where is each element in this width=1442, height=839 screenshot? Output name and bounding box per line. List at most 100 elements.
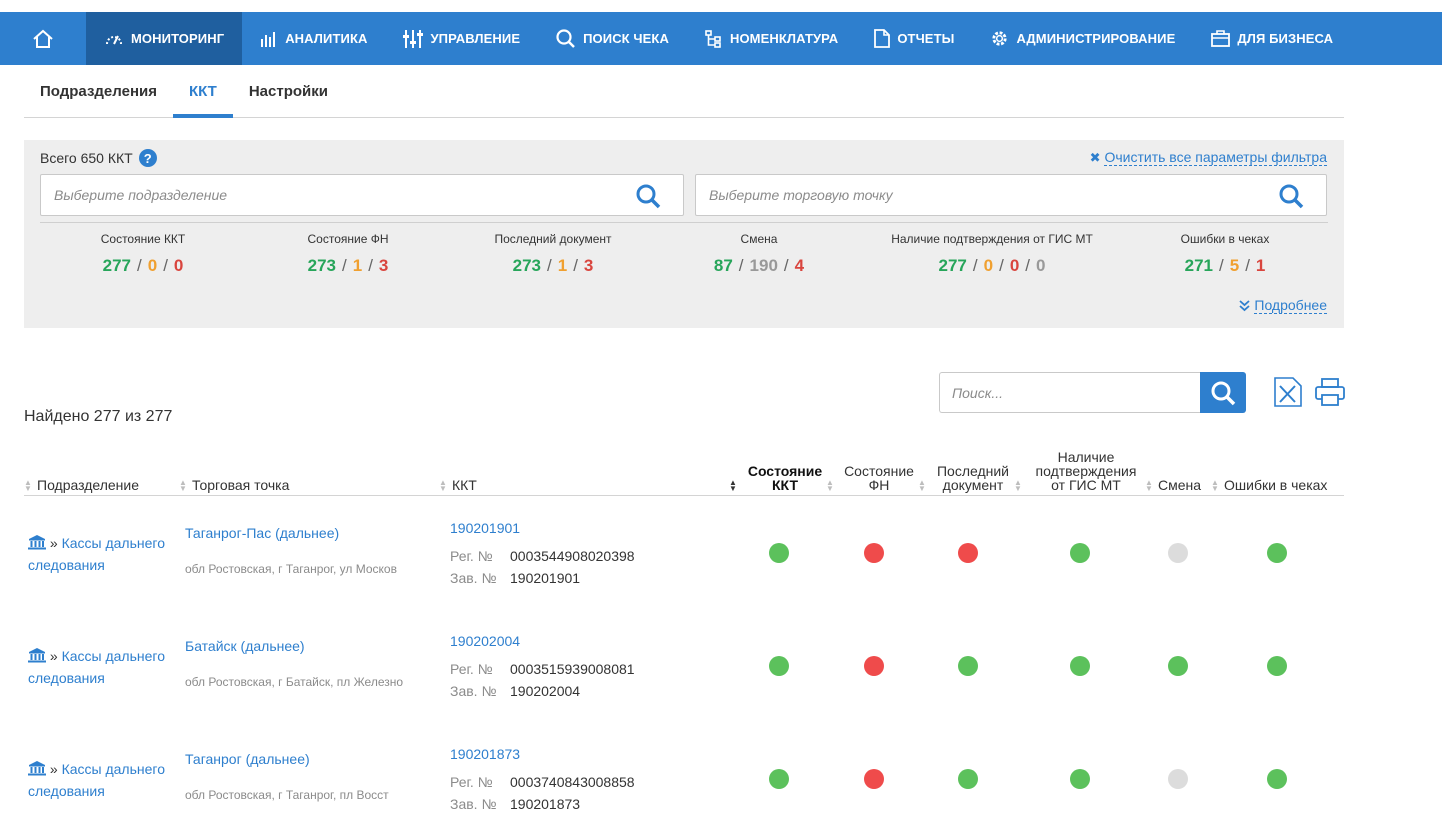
status-indicator[interactable]: [1267, 543, 1287, 563]
kkt-link[interactable]: 190201901: [450, 520, 520, 536]
status-indicator[interactable]: [1168, 656, 1188, 676]
clear-filters-link[interactable]: ✖ Очистить все параметры фильтра: [1090, 149, 1327, 166]
stat-warn-count[interactable]: 5: [1230, 256, 1239, 275]
status-indicator[interactable]: [864, 656, 884, 676]
division-cell[interactable]: » Кассы дальнего следования: [28, 758, 178, 802]
tab-divisions[interactable]: Подразделения: [24, 65, 173, 117]
help-icon[interactable]: ?: [138, 149, 157, 167]
status-indicator[interactable]: [769, 656, 789, 676]
stat-ok-count[interactable]: 271: [1185, 256, 1213, 275]
stat-ok-count[interactable]: 273: [308, 256, 336, 275]
nav-business[interactable]: ДЛЯ БИЗНЕСА: [1193, 12, 1351, 65]
stat-warn-count[interactable]: 1: [353, 256, 362, 275]
nav-administration[interactable]: АДМИНИСТРИРОВАНИЕ: [972, 12, 1193, 65]
stat-error-count[interactable]: 1: [1256, 256, 1265, 275]
column-last-doc[interactable]: ▲ ▼ Последний документ: [918, 464, 1015, 493]
nav-analytics[interactable]: АНАЛИТИКА: [242, 12, 385, 65]
column-division[interactable]: ▲ ▼ Подразделение: [24, 478, 139, 493]
status-indicator[interactable]: [1267, 656, 1287, 676]
stat-error-count[interactable]: 3: [379, 256, 388, 275]
column-kkt-state[interactable]: ▲ ▼ Состояние ККТ: [729, 464, 828, 493]
division-link[interactable]: Кассы дальнего следования: [28, 648, 165, 686]
kkt-link[interactable]: 190201873: [450, 746, 520, 762]
nav-business-label: ДЛЯ БИЗНЕСА: [1237, 31, 1334, 46]
bank-icon: [28, 535, 46, 550]
more-details-link[interactable]: Подробнее: [1239, 297, 1327, 314]
status-indicator[interactable]: [769, 769, 789, 789]
store-link[interactable]: Таганрог (дальнее): [185, 751, 310, 767]
nav-reports[interactable]: ОТЧЕТЫ: [856, 12, 972, 65]
division-link[interactable]: Кассы дальнего следования: [28, 535, 165, 573]
stat-none-count[interactable]: 0: [1036, 256, 1045, 275]
stat-error-count[interactable]: 0: [174, 256, 183, 275]
status-indicator[interactable]: [1070, 656, 1090, 676]
close-icon: ✖: [1089, 149, 1101, 165]
stat-ok-count[interactable]: 277: [103, 256, 131, 275]
sort-icon: ▲ ▼: [439, 478, 447, 493]
stat-receipt-errors[interactable]: Ошибки в чеках 271/5/1: [1150, 232, 1300, 276]
stat-kkt-state[interactable]: Состояние ККТ 277/0/0: [68, 232, 218, 276]
status-indicator[interactable]: [1267, 769, 1287, 789]
home-button[interactable]: [0, 12, 86, 65]
stat-warn-count[interactable]: 0: [148, 256, 157, 275]
store-select-placeholder: Выберите торговую точку: [709, 187, 893, 203]
nav-management[interactable]: УПРАВЛЕНИЕ: [385, 12, 538, 65]
table-row[interactable]: » Кассы дальнего следования Таганрог (дал…: [24, 722, 1344, 835]
gear-icon: [992, 31, 1008, 46]
status-indicator[interactable]: [958, 656, 978, 676]
status-indicator[interactable]: [864, 543, 884, 563]
column-shift[interactable]: ▲ ▼ Смена: [1145, 478, 1201, 493]
more-details-label: Подробнее: [1254, 297, 1327, 314]
print-icon[interactable]: [1314, 377, 1346, 407]
table-row[interactable]: » Кассы дальнего следования Таганрог-Пас …: [24, 496, 1344, 609]
status-indicator[interactable]: [769, 543, 789, 563]
status-indicator[interactable]: [1168, 543, 1188, 563]
column-gis-mt[interactable]: ▲ ▼ Наличие подтверждения от ГИС МТ: [1014, 450, 1145, 493]
stat-warn-count[interactable]: 0: [984, 256, 993, 275]
status-indicator[interactable]: [958, 769, 978, 789]
search-icon: [1279, 184, 1304, 209]
stat-ok-count[interactable]: 273: [513, 256, 541, 275]
nav-monitoring[interactable]: МОНИТОРИНГ: [86, 12, 243, 65]
stat-fn-state[interactable]: Состояние ФН 273/1/3: [273, 232, 423, 276]
division-select[interactable]: Выберите подразделение: [40, 174, 684, 216]
division-cell[interactable]: » Кассы дальнего следования: [28, 645, 178, 689]
status-indicator[interactable]: [1070, 769, 1090, 789]
excel-export-icon[interactable]: [1273, 376, 1303, 408]
column-receipt-errors[interactable]: ▲ ▼ Ошибки в чеках: [1211, 478, 1327, 493]
division-link[interactable]: Кассы дальнего следования: [28, 761, 165, 799]
stat-warn-count[interactable]: 1: [558, 256, 567, 275]
division-cell[interactable]: » Кассы дальнего следования: [28, 532, 178, 576]
stat-error-count[interactable]: 0: [1010, 256, 1019, 275]
status-indicator[interactable]: [1070, 543, 1090, 563]
column-fn-state[interactable]: ▲ ▼ Состояние ФН: [826, 464, 919, 493]
store-link[interactable]: Таганрог-Пас (дальнее): [185, 525, 339, 541]
search-input[interactable]: Поиск...: [939, 372, 1201, 413]
stat-ok-count[interactable]: 87: [714, 256, 733, 275]
column-kkt[interactable]: ▲ ▼ ККТ: [439, 478, 477, 493]
kkt-link[interactable]: 190202004: [450, 633, 520, 649]
search-button[interactable]: [1200, 372, 1246, 413]
status-indicator[interactable]: [1168, 769, 1188, 789]
status-indicator[interactable]: [958, 543, 978, 563]
table-row[interactable]: » Кассы дальнего следования Батайск (даль…: [24, 609, 1344, 722]
bar-chart-icon: [261, 31, 276, 47]
nav-receipt-search[interactable]: ПОИСК ЧЕКА: [538, 12, 687, 65]
stat-ok-count[interactable]: 277: [939, 256, 967, 275]
store-link[interactable]: Батайск (дальнее): [185, 638, 305, 654]
tab-kkt[interactable]: ККТ: [172, 65, 233, 118]
stat-error-count[interactable]: 4: [795, 256, 804, 275]
nav-management-label: УПРАВЛЕНИЕ: [430, 31, 521, 46]
nav-nomenclature[interactable]: НОМЕНКЛАТУРА: [687, 12, 856, 65]
status-indicator[interactable]: [864, 769, 884, 789]
store-address: обл Ростовская, г Таганрог, пл Восст: [185, 788, 389, 802]
store-select[interactable]: Выберите торговую точку: [695, 174, 1327, 216]
stat-shift[interactable]: Смена 87/190/4: [684, 232, 834, 276]
column-store[interactable]: ▲ ▼ Торговая точка: [179, 478, 289, 493]
stat-error-count[interactable]: 3: [584, 256, 593, 275]
nav-reports-label: ОТЧЕТЫ: [897, 31, 955, 46]
stat-gis-mt[interactable]: Наличие подтверждения от ГИС МТ 277/0/0/…: [872, 232, 1112, 276]
tab-settings[interactable]: Настройки: [233, 65, 344, 117]
stat-closed-count[interactable]: 190: [750, 256, 778, 275]
stat-last-document[interactable]: Последний документ 273/1/3: [468, 232, 638, 276]
